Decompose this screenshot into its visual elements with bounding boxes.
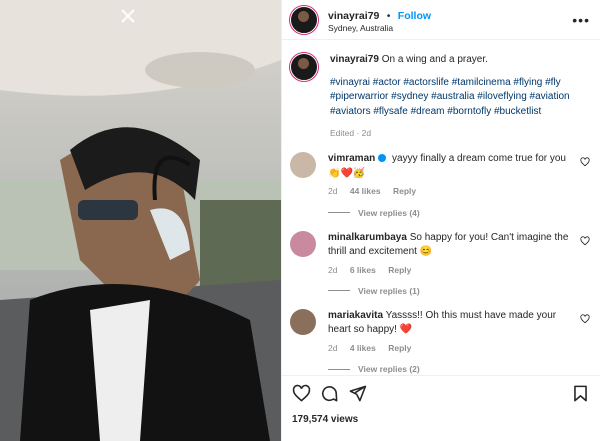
- bookmark-icon[interactable]: [571, 384, 590, 403]
- view-replies-button[interactable]: View replies (1): [328, 286, 590, 296]
- reply-button[interactable]: Reply: [388, 343, 411, 353]
- caption-text: On a wing and a prayer.: [381, 54, 488, 65]
- comments-scroll[interactable]: vinayrai79 On a wing and a prayer. #vina…: [282, 40, 600, 375]
- cockpit-photo: [0, 0, 281, 441]
- view-replies-button[interactable]: View replies (2): [328, 364, 590, 374]
- heart-icon[interactable]: [580, 157, 590, 167]
- comment-username[interactable]: minalkarumbaya: [328, 232, 407, 243]
- comment-item: vimraman yayyy finally a dream come true…: [290, 152, 590, 197]
- reply-button[interactable]: Reply: [393, 186, 416, 196]
- view-replies-button[interactable]: View replies (4): [328, 208, 590, 218]
- view-replies-label: View replies (4): [358, 207, 420, 218]
- post-header: vinayrai79 • Follow Sydney, Australia ••…: [282, 0, 600, 40]
- comment-item: minalkarumbaya So happy for you! Can't i…: [290, 230, 590, 276]
- comment-likes[interactable]: 4 likes: [350, 343, 376, 353]
- follow-button[interactable]: Follow: [398, 10, 431, 22]
- caption-meta: Edited · 2d: [330, 128, 372, 138]
- view-replies-label: View replies (2): [358, 364, 420, 375]
- views-count: 179,574 views: [292, 414, 359, 425]
- comment-likes[interactable]: 6 likes: [350, 265, 376, 275]
- comment-age: 2d: [328, 342, 338, 353]
- comment-icon[interactable]: [320, 384, 339, 403]
- view-replies-label: View replies (1): [358, 285, 420, 296]
- header-username[interactable]: vinayrai79: [328, 10, 379, 22]
- post-details-panel: vinayrai79 • Follow Sydney, Australia ••…: [281, 0, 600, 441]
- reply-button[interactable]: Reply: [388, 265, 411, 275]
- avatar[interactable]: [290, 5, 318, 34]
- avatar[interactable]: [290, 308, 316, 335]
- caption-hashtags[interactable]: #vinayrai #actor #actorslife #tamilcinem…: [330, 76, 590, 120]
- avatar[interactable]: [290, 230, 316, 257]
- more-icon[interactable]: •••: [572, 12, 590, 28]
- caption-username[interactable]: vinayrai79: [330, 54, 379, 65]
- share-icon[interactable]: [348, 384, 367, 403]
- avatar[interactable]: [290, 152, 316, 179]
- location-link[interactable]: Sydney, Australia: [328, 23, 572, 33]
- heart-icon[interactable]: [292, 384, 311, 403]
- post-media[interactable]: [0, 0, 281, 441]
- comment-age: 2d: [328, 264, 338, 275]
- comment-item: mariakavita Yassss!! Oh this must have m…: [290, 308, 590, 354]
- comment-age: 2d: [328, 186, 338, 197]
- post-footer: 179,574 views: [282, 375, 600, 441]
- close-icon[interactable]: [120, 8, 136, 24]
- comment-username[interactable]: vimraman: [328, 153, 375, 164]
- separator-dot: •: [386, 11, 391, 23]
- verified-icon: [378, 153, 387, 162]
- avatar[interactable]: [290, 53, 318, 81]
- comment-likes[interactable]: 44 likes: [350, 186, 381, 196]
- heart-icon[interactable]: [580, 314, 590, 324]
- comment-username[interactable]: mariakavita: [328, 310, 383, 321]
- caption: vinayrai79 On a wing and a prayer. #vina…: [290, 53, 590, 139]
- heart-icon[interactable]: [580, 236, 590, 246]
